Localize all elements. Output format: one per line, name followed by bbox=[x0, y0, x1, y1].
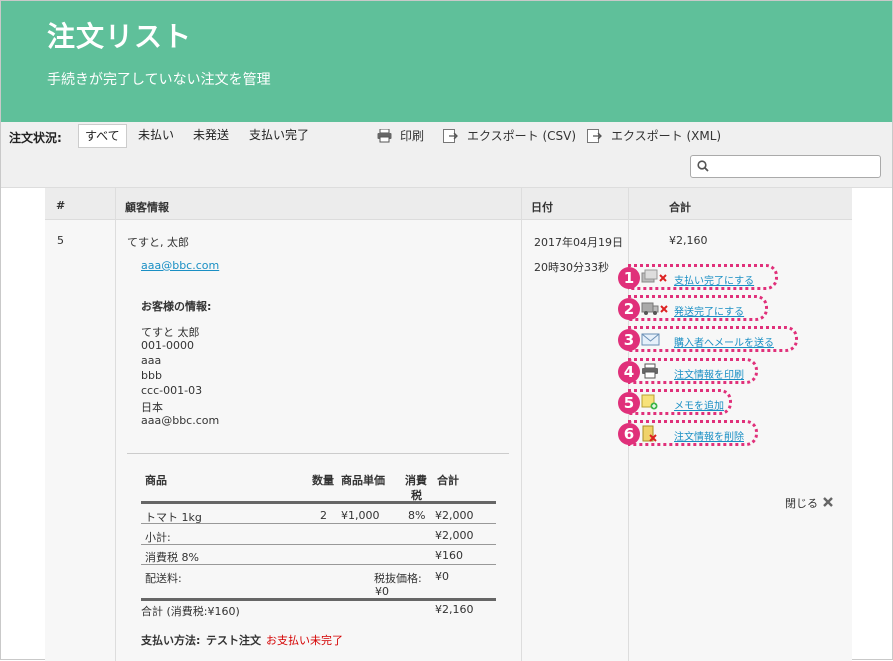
divider bbox=[141, 523, 496, 524]
export-icon bbox=[587, 128, 603, 143]
step-badge: 1 bbox=[618, 267, 640, 289]
tax-label: 消費税 8% bbox=[145, 551, 199, 564]
print-label: 印刷 bbox=[400, 129, 425, 143]
order-date: 2017年04月19日 bbox=[534, 236, 623, 249]
table-header: # 顧客情報 日付 合計 bbox=[45, 188, 852, 220]
item-tax: 8% bbox=[408, 509, 426, 522]
address-line: ccc-001-03 bbox=[141, 384, 203, 397]
toolbar: 注文状況: すべて 未払い 未発送 支払い完了 印刷 エクスポート (CSV) … bbox=[1, 122, 892, 188]
shipping-value: ¥0 bbox=[435, 570, 449, 583]
filter-tab-all[interactable]: すべて bbox=[78, 124, 127, 148]
subtotal-label: 小計: bbox=[145, 531, 171, 544]
address-line: てすと 太郎 bbox=[141, 326, 200, 339]
item-subtotal: ¥2,000 bbox=[435, 509, 474, 522]
search-input[interactable] bbox=[713, 158, 873, 175]
close-label: 閉じる bbox=[785, 497, 818, 510]
step-badge: 4 bbox=[618, 361, 640, 383]
step-badge: 3 bbox=[618, 329, 640, 351]
subtotal-value: ¥2,000 bbox=[435, 529, 474, 542]
search-box[interactable] bbox=[690, 155, 881, 178]
items-header-tax: 消費 bbox=[405, 474, 427, 487]
address-line: aaa@bbc.com bbox=[141, 414, 220, 427]
action-link[interactable]: 注文情報を削除 bbox=[674, 428, 744, 443]
filter-tab-unshipped[interactable]: 未発送 bbox=[187, 124, 235, 148]
email-icon bbox=[641, 331, 661, 350]
items-header-subtotal: 合計 bbox=[437, 474, 459, 487]
col-header-customer: 顧客情報 bbox=[125, 201, 169, 214]
shipping-excl-label: 税抜価格: bbox=[374, 572, 422, 585]
filter-tab-paid[interactable]: 支払い完了 bbox=[243, 124, 315, 148]
order-status-label: 注文状況: bbox=[9, 131, 62, 145]
col-header-date: 日付 bbox=[531, 201, 553, 214]
column-divider bbox=[115, 188, 116, 661]
payment-method: テスト注文 bbox=[206, 634, 261, 647]
action-link[interactable]: 注文情報を印刷 bbox=[674, 366, 744, 381]
step-badge: 2 bbox=[618, 298, 640, 320]
search-icon bbox=[697, 160, 709, 175]
address-line: 001-0000 bbox=[141, 339, 194, 352]
address-line: aaa bbox=[141, 354, 162, 367]
page-subtitle: 手続きが完了していない注文を管理 bbox=[47, 72, 271, 88]
grand-total-label: 合計 (消費税:¥160) bbox=[141, 605, 240, 618]
action-link[interactable]: メモを追加 bbox=[674, 397, 724, 412]
memo-add-icon bbox=[641, 394, 659, 413]
export-xml-label: エクスポート (XML) bbox=[611, 129, 722, 143]
export-csv-button[interactable]: エクスポート (CSV) bbox=[443, 127, 576, 144]
divider bbox=[127, 453, 509, 454]
customer-name: てすと, 太郎 bbox=[127, 236, 189, 249]
address-line: bbb bbox=[141, 369, 162, 382]
export-xml-button[interactable]: エクスポート (XML) bbox=[587, 127, 721, 144]
address-line: 日本 bbox=[141, 401, 163, 414]
filter-tab-unpaid[interactable]: 未払い bbox=[132, 124, 180, 148]
action-link[interactable]: 支払い完了にする bbox=[674, 272, 754, 287]
shipping-complete-icon bbox=[641, 300, 669, 319]
shipping-label: 配送料: bbox=[145, 572, 182, 585]
divider bbox=[141, 501, 496, 504]
action-link[interactable]: 発送完了にする bbox=[674, 303, 744, 318]
print-button[interactable]: 印刷 bbox=[377, 127, 424, 144]
divider bbox=[141, 544, 496, 545]
delete-order-icon bbox=[641, 425, 659, 446]
item-qty: 2 bbox=[320, 509, 327, 522]
customer-email-link[interactable]: aaa@bbc.com bbox=[141, 259, 219, 272]
shipping-excl-value: ¥0 bbox=[375, 585, 389, 598]
items-header-product: 商品 bbox=[145, 474, 167, 487]
step-badge: 5 bbox=[618, 392, 640, 414]
printer-icon bbox=[377, 128, 392, 143]
close-button[interactable]: 閉じる bbox=[785, 495, 834, 511]
grand-total-value: ¥2,160 bbox=[435, 603, 474, 616]
items-header-qty: 数量 bbox=[312, 474, 334, 487]
customer-info-heading: お客様の情報: bbox=[141, 300, 212, 313]
col-header-total: 合計 bbox=[669, 201, 691, 214]
divider bbox=[141, 598, 496, 601]
order-number: 5 bbox=[57, 234, 64, 247]
column-divider bbox=[521, 188, 522, 661]
action-link[interactable]: 購入者へメールを送る bbox=[674, 334, 774, 349]
page-title: 注文リスト bbox=[47, 20, 193, 53]
payment-complete-icon bbox=[641, 269, 669, 288]
divider bbox=[141, 564, 496, 565]
item-unit-price: ¥1,000 bbox=[341, 509, 380, 522]
step-badge: 6 bbox=[618, 423, 640, 445]
printer-icon bbox=[641, 363, 659, 382]
col-header-number: # bbox=[56, 199, 66, 212]
items-header-unit-price: 商品単価 bbox=[341, 474, 385, 487]
payment-status: お支払い未完了 bbox=[266, 634, 343, 647]
export-icon bbox=[443, 128, 459, 143]
tax-value: ¥160 bbox=[435, 549, 463, 562]
order-total: ¥2,160 bbox=[669, 234, 708, 247]
page-header: 注文リスト 手続きが完了していない注文を管理 bbox=[1, 1, 892, 122]
export-csv-label: エクスポート (CSV) bbox=[467, 129, 577, 143]
order-time: 20時30分33秒 bbox=[534, 261, 609, 274]
payment-label: 支払い方法: bbox=[141, 634, 201, 647]
close-icon bbox=[822, 496, 834, 511]
